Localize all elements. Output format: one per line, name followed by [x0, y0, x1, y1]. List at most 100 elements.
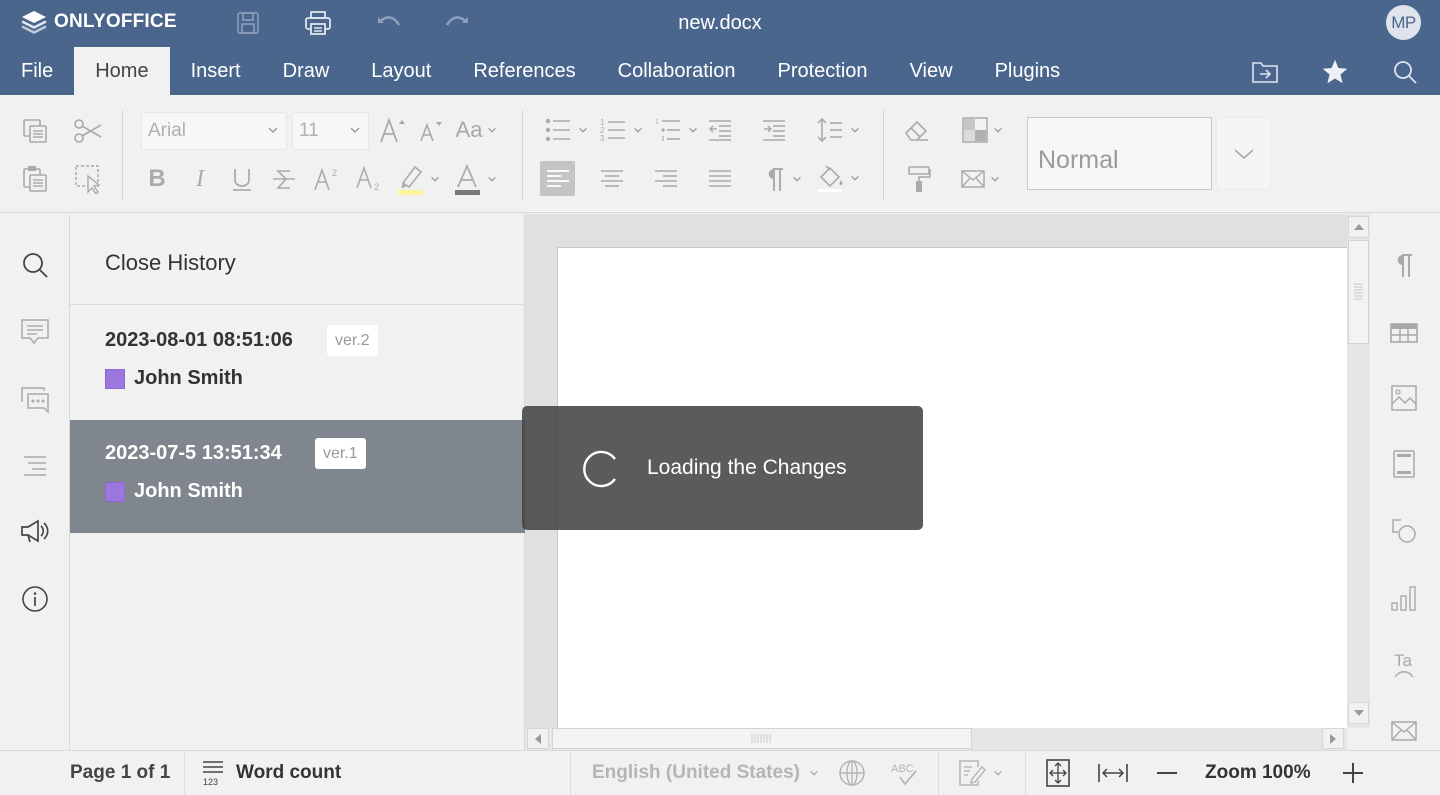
- author-name: John Smith: [134, 367, 243, 389]
- cut-button[interactable]: [73, 116, 103, 146]
- zoom-level[interactable]: Zoom 100%: [1205, 751, 1311, 795]
- tab-collaboration[interactable]: Collaboration: [597, 47, 757, 95]
- arrow-down-icon: [1353, 710, 1364, 716]
- header-footer-icon: [1393, 450, 1415, 478]
- tab-home[interactable]: Home: [74, 47, 170, 95]
- favorite-button[interactable]: [1320, 58, 1350, 86]
- header-footer-settings-button[interactable]: [1387, 447, 1421, 481]
- numbering-button[interactable]: 123: [598, 114, 646, 146]
- bold-button[interactable]: B: [143, 163, 171, 195]
- paragraph-style-preview[interactable]: Normal: [1027, 117, 1212, 190]
- justify-button[interactable]: [706, 163, 734, 195]
- page-indicator[interactable]: Page 1 of 1: [70, 751, 170, 795]
- paragraph-settings-button[interactable]: [1387, 248, 1421, 282]
- font-size-select[interactable]: 11: [292, 112, 369, 150]
- font-name-value: Arial: [148, 120, 187, 141]
- scroll-down-button[interactable]: [1348, 702, 1369, 724]
- strikethrough-button[interactable]: [270, 163, 298, 195]
- tab-view[interactable]: View: [889, 47, 974, 95]
- vertical-scrollbar[interactable]: [1347, 214, 1370, 728]
- superscript-button[interactable]: 2: [312, 163, 342, 195]
- copy-button[interactable]: [20, 116, 50, 146]
- table-settings-button[interactable]: [1387, 316, 1421, 350]
- highlight-color-button[interactable]: [396, 161, 442, 197]
- multilevel-list-button[interactable]: 1: [653, 114, 701, 146]
- shape-settings-button[interactable]: [1387, 514, 1421, 548]
- sidebar-navigation-button[interactable]: [18, 448, 52, 482]
- clear-style-button[interactable]: [902, 114, 932, 146]
- copy-style-button[interactable]: [904, 162, 934, 196]
- chevron-down-icon: [634, 127, 642, 133]
- zoom-in-button[interactable]: [1342, 751, 1364, 795]
- color-scheme-button[interactable]: [958, 113, 1008, 147]
- spell-check-button[interactable]: ABC: [890, 751, 918, 795]
- shading-button[interactable]: [815, 161, 863, 195]
- vertical-scroll-thumb[interactable]: [1348, 240, 1369, 344]
- mail-merge-settings-button[interactable]: [1387, 714, 1421, 748]
- scroll-left-button[interactable]: [527, 728, 549, 749]
- underline-button[interactable]: [228, 163, 256, 195]
- image-settings-button[interactable]: [1387, 381, 1421, 415]
- increase-font-button[interactable]: [378, 114, 406, 146]
- scroll-up-button[interactable]: [1348, 216, 1369, 238]
- horizontal-scrollbar[interactable]: [525, 728, 1347, 750]
- info-icon: [22, 586, 48, 612]
- track-changes-button[interactable]: [958, 751, 1004, 795]
- header-search-button[interactable]: [1390, 58, 1420, 86]
- decrease-font-button[interactable]: [417, 114, 445, 146]
- loading-message: Loading the Changes: [647, 456, 847, 479]
- word-count-button[interactable]: 123 Word count: [202, 751, 341, 795]
- track-changes-icon: [959, 760, 986, 786]
- fit-to-page-button[interactable]: [1046, 751, 1070, 795]
- align-left-button[interactable]: [540, 161, 575, 196]
- sidebar-chat-button[interactable]: [18, 383, 52, 417]
- line-spacing-button[interactable]: [815, 114, 863, 146]
- horizontal-scroll-thumb[interactable]: [552, 728, 972, 749]
- tab-references[interactable]: References: [452, 47, 596, 95]
- tab-draw[interactable]: Draw: [262, 47, 351, 95]
- right-sidebar: Ta: [1370, 214, 1440, 750]
- search-icon: [23, 253, 48, 278]
- decrease-indent-button[interactable]: [706, 114, 734, 146]
- subscript-button[interactable]: 2: [354, 163, 384, 195]
- italic-button[interactable]: I: [186, 163, 214, 195]
- close-history-button[interactable]: Close History: [105, 250, 236, 276]
- sidebar-about-button[interactable]: [18, 582, 52, 616]
- user-avatar[interactable]: MP: [1386, 5, 1421, 40]
- tab-layout[interactable]: Layout: [350, 47, 452, 95]
- sidebar-search-button[interactable]: [18, 248, 52, 282]
- open-file-location-button[interactable]: [1250, 58, 1280, 86]
- version-item[interactable]: 2023-08-01 08:51:06 ver.2 John Smith: [70, 307, 525, 420]
- increase-indent-button[interactable]: [760, 114, 788, 146]
- document-title: new.docx: [678, 12, 762, 34]
- mail-merge-button[interactable]: [956, 162, 1006, 196]
- paste-button[interactable]: [20, 164, 50, 194]
- svg-text:ABC: ABC: [891, 763, 914, 775]
- nonprinting-characters-button[interactable]: [760, 163, 808, 195]
- align-right-button[interactable]: [652, 163, 680, 195]
- tab-file[interactable]: File: [0, 47, 74, 95]
- tab-insert[interactable]: Insert: [170, 47, 262, 95]
- document-language-button[interactable]: [838, 751, 866, 795]
- styles-dropdown-button[interactable]: [1216, 117, 1271, 190]
- select-all-button[interactable]: [73, 164, 103, 194]
- font-name-select[interactable]: Arial: [141, 112, 287, 150]
- change-case-button[interactable]: Aa: [453, 114, 501, 146]
- version-item-selected[interactable]: 2023-07-5 13:51:34 ver.1 John Smith: [70, 420, 525, 533]
- bullets-button[interactable]: [543, 114, 591, 146]
- fit-to-width-button[interactable]: [1097, 751, 1129, 795]
- font-size-value: 11: [299, 120, 319, 141]
- text-art-settings-button[interactable]: Ta: [1387, 647, 1421, 681]
- chart-settings-button[interactable]: [1387, 581, 1421, 615]
- language-select[interactable]: English (United States): [592, 751, 820, 795]
- chevron-down-icon: [488, 176, 496, 182]
- zoom-out-button[interactable]: [1156, 751, 1178, 795]
- font-color-button[interactable]: [453, 161, 499, 197]
- sidebar-feedback-button[interactable]: [18, 514, 52, 548]
- sidebar-comments-button[interactable]: [18, 315, 52, 349]
- align-center-button[interactable]: [598, 163, 626, 195]
- tab-plugins[interactable]: Plugins: [974, 47, 1082, 95]
- scroll-right-button[interactable]: [1322, 728, 1344, 749]
- tab-protection[interactable]: Protection: [757, 47, 889, 95]
- shape-icon: [1392, 519, 1416, 543]
